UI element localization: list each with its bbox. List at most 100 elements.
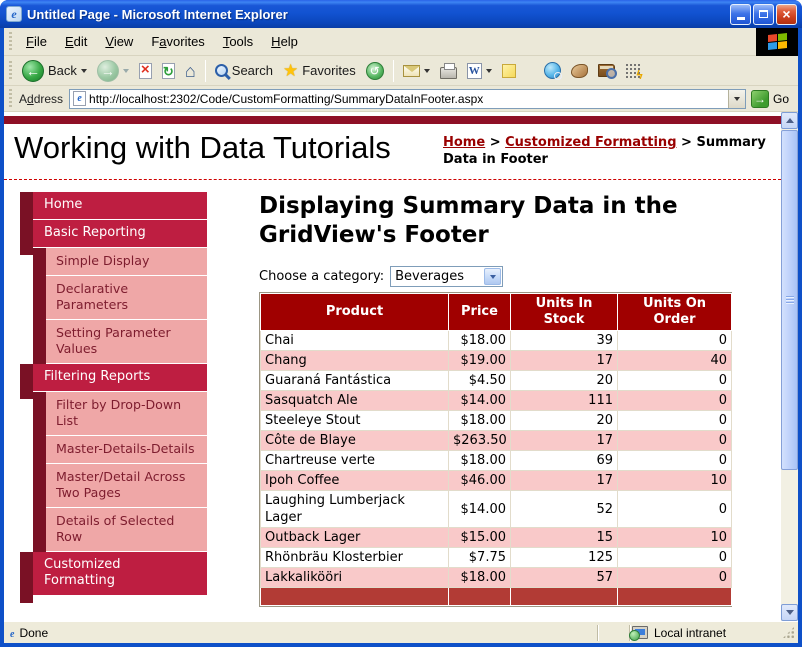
address-input[interactable]	[86, 92, 728, 106]
toolbar-separator	[205, 60, 206, 82]
ie-logo-icon: e	[6, 6, 22, 22]
sidebar-item-filter-by-drop-down-list[interactable]: Filter by Drop-Down List	[20, 392, 207, 436]
table-cell: Chartreuse verte	[261, 451, 449, 471]
table-cell: 0	[618, 431, 732, 451]
table-cell: $14.00	[449, 491, 511, 528]
edit-button[interactable]: W	[462, 61, 497, 81]
scrollbar-thumb[interactable]	[781, 130, 798, 470]
category-label: Choose a category:	[259, 269, 384, 284]
refresh-button[interactable]	[157, 61, 180, 81]
breadcrumb: Home > Customized Formatting > Summary D…	[443, 134, 773, 168]
sidebar-item-master-details-details[interactable]: Master-Details-Details	[20, 436, 207, 464]
forward-button[interactable]: →	[92, 58, 134, 84]
sidebar-item-tab	[33, 508, 46, 552]
search-button[interactable]: Search	[210, 61, 278, 80]
sidebar-item-customized-formatting[interactable]: Customized Formatting	[20, 552, 207, 596]
sidebar-item-home[interactable]: Home	[20, 192, 207, 220]
reference-tool-button[interactable]	[593, 62, 620, 79]
menubar-grip[interactable]	[9, 32, 12, 52]
sidebar-item-tab	[33, 436, 46, 464]
close-button[interactable]: ×	[776, 4, 797, 25]
mail-button[interactable]	[398, 63, 435, 79]
select-dropdown-button[interactable]	[484, 268, 501, 285]
sidebar-item-filtering-reports[interactable]: Filtering Reports	[20, 364, 207, 392]
menu-item-help[interactable]: Help	[262, 30, 307, 53]
sidebar-item-setting-parameter-values[interactable]: Setting Parameter Values	[20, 320, 207, 364]
table-cell: Chai	[261, 331, 449, 351]
address-dropdown-button[interactable]	[728, 90, 745, 108]
menu-item-view[interactable]: View	[96, 30, 142, 53]
sidebar-item-label: Home	[33, 192, 207, 220]
toolbar-separator	[393, 60, 394, 82]
standard-toolbar: ← Back → ⌂ Search ★ Favorites ↺ W	[4, 56, 798, 86]
sidebar-item-simple-display[interactable]: Simple Display	[20, 248, 207, 276]
globe-search-icon	[544, 62, 561, 79]
sidebar-item-master-detail-across-two-pages[interactable]: Master/Detail Across Two Pages	[20, 464, 207, 508]
forward-icon: →	[97, 60, 119, 82]
status-empty-panel	[600, 625, 628, 641]
scroll-down-button[interactable]	[781, 604, 798, 621]
status-text: Done	[19, 626, 48, 640]
favorites-button[interactable]: ★ Favorites	[278, 60, 361, 81]
maximize-button[interactable]	[753, 4, 774, 25]
menu-item-file[interactable]: File	[17, 30, 56, 53]
home-button[interactable]: ⌂	[180, 60, 201, 82]
history-button[interactable]: ↺	[361, 60, 389, 82]
stop-icon	[139, 63, 152, 79]
table-cell: 10	[618, 471, 732, 491]
back-label: Back	[48, 63, 77, 78]
menu-item-tools[interactable]: Tools	[214, 30, 262, 53]
sidebar-menu: HomeBasic ReportingSimple DisplayDeclara…	[20, 192, 207, 607]
table-row: Lakkalikööri$18.00570	[261, 568, 732, 588]
print-button[interactable]	[435, 61, 462, 81]
table-cell: Lakkalikööri	[261, 568, 449, 588]
sidebar-item-tab	[20, 552, 33, 596]
address-field[interactable]: e	[69, 89, 746, 109]
sidebar-item-label: Declarative Parameters	[46, 276, 207, 320]
sidebar-item-declarative-parameters[interactable]: Declarative Parameters	[20, 276, 207, 320]
addressbar-grip[interactable]	[9, 89, 12, 109]
edit-with-word-icon: W	[467, 63, 482, 79]
table-cell: Chang	[261, 351, 449, 371]
discuss-button[interactable]	[497, 62, 521, 80]
favorites-label: Favorites	[302, 63, 355, 78]
menu-item-edit[interactable]: Edit	[56, 30, 96, 53]
go-arrow-icon: →	[751, 90, 769, 108]
back-button[interactable]: ← Back	[17, 58, 92, 84]
breadcrumb-separator: >	[677, 135, 697, 150]
menu-items: FileEditViewFavoritesToolsHelp	[17, 30, 307, 53]
history-icon: ↺	[366, 62, 384, 80]
table-cell: 57	[511, 568, 618, 588]
sidebar-item-tab	[20, 364, 33, 392]
breadcrumb-link[interactable]: Customized Formatting	[505, 135, 676, 150]
column-header: Units In Stock	[511, 294, 618, 331]
sidebar-item-details-of-selected-row[interactable]: Details of Selected Row	[20, 508, 207, 552]
stop-button[interactable]	[134, 61, 157, 81]
go-button[interactable]: → Go	[746, 90, 794, 108]
table-cell: 20	[511, 411, 618, 431]
breadcrumb-link[interactable]: Home	[443, 135, 485, 150]
category-select[interactable]: Beverages	[390, 266, 503, 287]
globe-tool-button[interactable]	[539, 60, 566, 81]
resize-grip-icon[interactable]	[782, 626, 795, 639]
vertical-scrollbar[interactable]	[781, 112, 798, 621]
minimize-button[interactable]	[730, 4, 751, 25]
minimize-icon	[737, 17, 745, 20]
menu-item-favorites[interactable]: Favorites	[142, 30, 213, 53]
column-header: Units On Order	[618, 294, 732, 331]
table-cell: Steeleye Stout	[261, 411, 449, 431]
mail-dropdown-icon	[424, 69, 430, 73]
body-row: HomeBasic ReportingSimple DisplayDeclara…	[4, 180, 781, 607]
search-label: Search	[232, 63, 273, 78]
address-label: Address	[19, 92, 63, 106]
toolbar-grip[interactable]	[9, 61, 12, 81]
debugger-tool-button[interactable]	[620, 61, 646, 81]
close-icon: ×	[782, 7, 790, 21]
table-cell: 17	[511, 431, 618, 451]
page-icon: e	[73, 91, 86, 106]
research-tool-button[interactable]	[566, 62, 593, 80]
scroll-up-button[interactable]	[781, 112, 798, 129]
sidebar-item-basic-reporting[interactable]: Basic Reporting	[20, 220, 207, 248]
research-icon	[571, 64, 588, 78]
sidebar-item-tab	[33, 248, 46, 276]
